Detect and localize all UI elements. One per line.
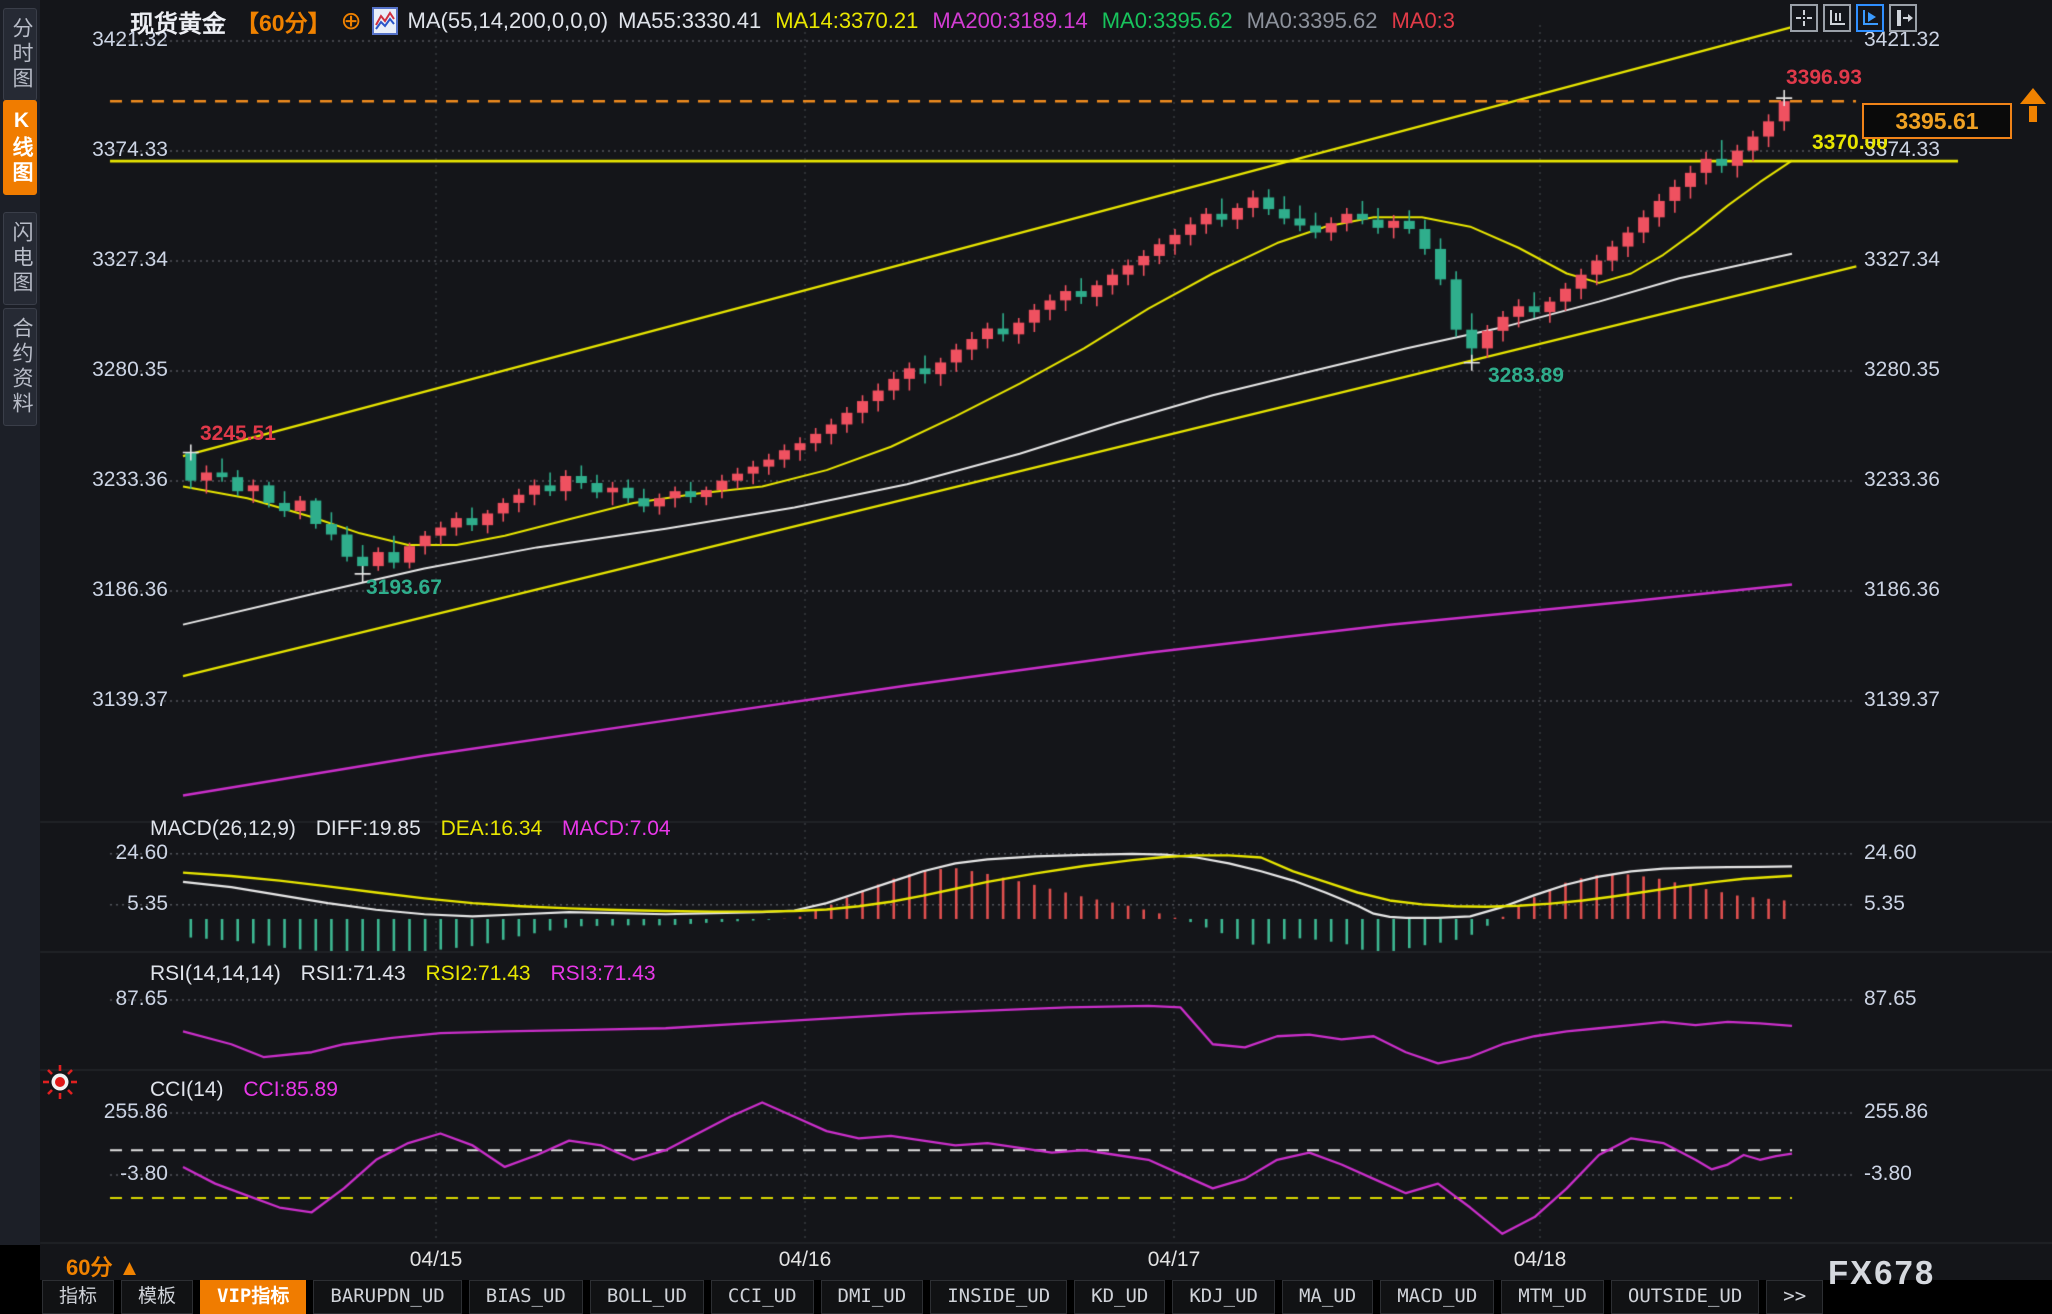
price-up-arrow-icon xyxy=(2020,88,2046,122)
auto-scroll-button[interactable] xyxy=(1856,4,1884,32)
macd-tick-5.35-left: 5.35 xyxy=(38,892,168,916)
crosshair-tool-button[interactable] xyxy=(1790,4,1818,32)
tab-指标[interactable]: 指标 xyxy=(42,1280,114,1314)
tab-inside-ud[interactable]: INSIDE_UD xyxy=(930,1280,1067,1314)
ma-badge-5: MA0:3 xyxy=(1391,8,1455,33)
sidebar: 分时图 K线图 闪电图 合约资料 xyxy=(0,0,40,1245)
ma-badge-2: MA200:3189.14 xyxy=(932,8,1087,33)
toolbar-icons xyxy=(1790,4,1917,32)
rsi-header: RSI(14,14,14) RSI1:71.43 RSI2:71.43 RSI3… xyxy=(150,962,670,986)
tab-ma-ud[interactable]: MA_UD xyxy=(1282,1280,1373,1314)
price-tick-3186.36-left: 3186.36 xyxy=(38,578,168,602)
sidebar-item-time-chart[interactable]: 分时图 xyxy=(3,8,37,101)
ma-badge-1: MA14:3370.21 xyxy=(775,8,918,33)
tab-vip指标[interactable]: VIP指标 xyxy=(200,1280,306,1314)
tab--[interactable]: >> xyxy=(1766,1280,1823,1314)
tab-模板[interactable]: 模板 xyxy=(121,1280,193,1314)
date-tick-04/15: 04/15 xyxy=(410,1248,463,1272)
macd-tick-5.35-right: 5.35 xyxy=(1864,892,1994,916)
cci-params: CCI(14) xyxy=(150,1078,224,1101)
price-tick-3233.36-right: 3233.36 xyxy=(1864,468,1994,492)
alert-dot-icon[interactable] xyxy=(42,1064,78,1105)
rsi-tick-87.65-right: 87.65 xyxy=(1864,987,1994,1011)
macd-dea-value: DEA:16.34 xyxy=(441,817,543,840)
macd-tick-24.6-right: 24.60 xyxy=(1864,841,1994,865)
tab-outside-ud[interactable]: OUTSIDE_UD xyxy=(1611,1280,1759,1314)
macd-diff-value: DIFF:19.85 xyxy=(316,817,421,840)
indicator-tab-bar: 指标模板VIP指标BARUPDN_UDBIAS_UDBOLL_UDCCI_UDD… xyxy=(0,1280,2052,1314)
date-tick-04/17: 04/17 xyxy=(1148,1248,1201,1272)
rsi-params: RSI(14,14,14) xyxy=(150,962,281,985)
price-tick-3233.36-left: 3233.36 xyxy=(38,468,168,492)
axis-scale-button[interactable] xyxy=(1823,4,1851,32)
tab-cci-ud[interactable]: CCI_UD xyxy=(711,1280,814,1314)
annotation-3283.89: 3283.89 xyxy=(1488,364,1564,388)
price-tick-3374.33-left: 3374.33 xyxy=(38,138,168,162)
macd-header: MACD(26,12,9) DIFF:19.85 DEA:16.34 MACD:… xyxy=(150,817,685,841)
tab-barupdn-ud[interactable]: BARUPDN_UD xyxy=(313,1280,461,1314)
cci-tick--3.8-left: -3.80 xyxy=(38,1162,168,1186)
annotation-3396.93: 3396.93 xyxy=(1786,66,1862,90)
tab-boll-ud[interactable]: BOLL_UD xyxy=(590,1280,704,1314)
ma-badge-3: MA0:3395.62 xyxy=(1102,8,1233,33)
target-icon[interactable]: ⊕ xyxy=(341,6,362,36)
cci-header: CCI(14) CCI:85.89 xyxy=(150,1078,352,1102)
rsi1-value: RSI1:71.43 xyxy=(301,962,406,985)
sidebar-item-contract-info[interactable]: 合约资料 xyxy=(3,308,37,426)
price-tick-3280.35-left: 3280.35 xyxy=(38,358,168,382)
period-badge[interactable]: 【60分】 xyxy=(236,4,331,38)
price-tick-3327.34-left: 3327.34 xyxy=(38,248,168,272)
exit-chart-button[interactable] xyxy=(1889,4,1917,32)
tab-dmi-ud[interactable]: DMI_UD xyxy=(821,1280,924,1314)
cci-value: CCI:85.89 xyxy=(243,1078,338,1101)
ma-badge-4: MA0:3395.62 xyxy=(1247,8,1378,33)
macd-tick-24.6-left: 24.60 xyxy=(38,841,168,865)
price-tick-3327.34-right: 3327.34 xyxy=(1864,248,1994,272)
rsi3-value: RSI3:71.43 xyxy=(550,962,655,985)
chart-canvas[interactable] xyxy=(0,0,2052,1314)
ma-values: MA55:3330.41 MA14:3370.21 MA200:3189.14 MA0… xyxy=(618,8,1469,34)
tab-kd-ud[interactable]: KD_UD xyxy=(1074,1280,1165,1314)
date-tick-04/16: 04/16 xyxy=(779,1248,832,1272)
watermark: FX678 xyxy=(1828,1254,1935,1292)
ma-settings: MA(55,14,200,0,0,0) xyxy=(408,8,609,34)
tab-mtm-ud[interactable]: MTM_UD xyxy=(1501,1280,1604,1314)
ma-badge-0: MA55:3330.41 xyxy=(618,8,761,33)
macd-params: MACD(26,12,9) xyxy=(150,817,296,840)
annotation-3245.51: 3245.51 xyxy=(200,422,276,446)
tab-bias-ud[interactable]: BIAS_UD xyxy=(469,1280,583,1314)
tab-macd-ud[interactable]: MACD_UD xyxy=(1380,1280,1494,1314)
rsi-tick-87.65-left: 87.65 xyxy=(38,987,168,1011)
rsi2-value: RSI2:71.43 xyxy=(426,962,531,985)
macd-value: MACD:7.04 xyxy=(562,817,671,840)
price-tick-3186.36-right: 3186.36 xyxy=(1864,578,1994,602)
cci-tick-255.86-right: 255.86 xyxy=(1864,1100,1994,1124)
trading-app: 分时图 K线图 闪电图 合约资料 现货黄金 【60分】 ⊕ MA(55,14,2… xyxy=(0,0,2052,1314)
annotation-3193.67: 3193.67 xyxy=(366,576,442,600)
tab-kdj-ud[interactable]: KDJ_UD xyxy=(1172,1280,1275,1314)
price-tick-3280.35-right: 3280.35 xyxy=(1864,358,1994,382)
sidebar-item-flash-chart[interactable]: 闪电图 xyxy=(3,212,37,305)
sidebar-item-candle-chart[interactable]: K线图 xyxy=(3,100,37,195)
current-price-box: 3395.61 xyxy=(1862,103,2012,139)
period-selector[interactable]: 60分 ▲ xyxy=(66,1250,140,1282)
symbol-title: 现货黄金 xyxy=(130,4,226,39)
chart-header: 现货黄金 【60分】 ⊕ MA(55,14,200,0,0,0) MA55:33… xyxy=(130,4,1469,38)
price-tick-3139.37-right: 3139.37 xyxy=(1864,688,1994,712)
cci-tick--3.8-right: -3.80 xyxy=(1864,1162,1994,1186)
date-tick-04/18: 04/18 xyxy=(1514,1248,1567,1272)
chart-type-icon[interactable] xyxy=(372,7,398,35)
price-tick-3139.37-left: 3139.37 xyxy=(38,688,168,712)
